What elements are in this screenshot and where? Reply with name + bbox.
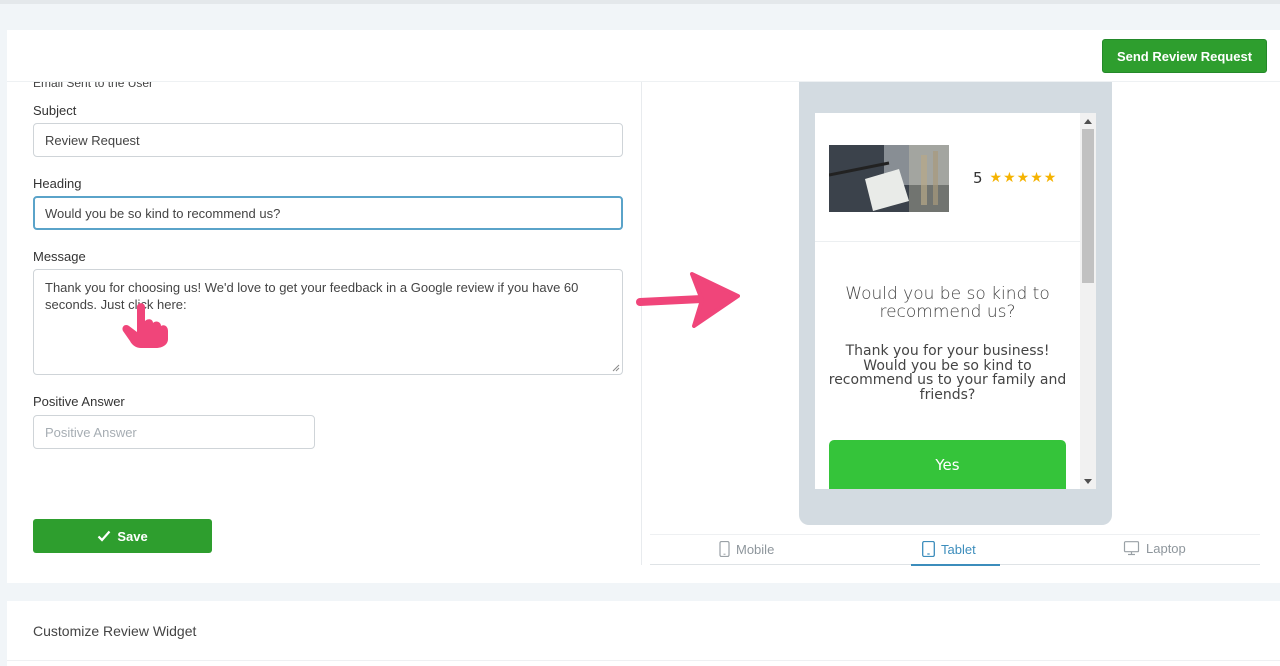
tab-tablet-label: Tablet bbox=[941, 541, 976, 557]
tablet-preview-frame: 5 ★★★★★ Would you be so kind to recommen… bbox=[799, 82, 1112, 525]
tablet-icon bbox=[922, 541, 935, 557]
resize-handle-icon[interactable] bbox=[612, 364, 620, 372]
laptop-icon bbox=[1123, 541, 1140, 556]
scroll-down-icon[interactable] bbox=[1084, 479, 1092, 484]
save-button-label: Save bbox=[117, 528, 148, 544]
pointing-hand-icon bbox=[122, 303, 168, 348]
scroll-thumb[interactable] bbox=[1082, 129, 1094, 283]
section-title: Email Sent to the User bbox=[33, 82, 154, 90]
rating-display: 5 ★★★★★ bbox=[973, 169, 1057, 187]
tab-tablet[interactable]: Tablet bbox=[922, 541, 976, 557]
checkmark-icon bbox=[98, 530, 111, 542]
send-review-request-button[interactable]: Send Review Request bbox=[1102, 39, 1267, 73]
subject-value: Review Request bbox=[45, 132, 140, 148]
photo-image bbox=[829, 145, 949, 212]
tab-mobile-label: Mobile bbox=[736, 541, 775, 557]
active-tab-indicator bbox=[911, 564, 1000, 566]
preview-heading: Would you be so kind to recommend us? bbox=[845, 284, 1050, 322]
preview-scrollbar[interactable] bbox=[1080, 113, 1096, 489]
tab-laptop[interactable]: Laptop bbox=[1123, 541, 1186, 556]
bottom-divider bbox=[7, 660, 1280, 661]
pink-arrow-icon bbox=[636, 272, 740, 328]
business-photo bbox=[829, 145, 949, 212]
top-border bbox=[0, 0, 1280, 4]
heading-value: Would you be so kind to recommend us? bbox=[45, 205, 281, 221]
save-button[interactable]: Save bbox=[33, 519, 212, 553]
heading-input[interactable]: Would you be so kind to recommend us? bbox=[33, 196, 623, 230]
subject-label: Subject bbox=[33, 103, 77, 118]
preview-screen: 5 ★★★★★ Would you be so kind to recommen… bbox=[815, 113, 1096, 489]
preview-separator bbox=[815, 241, 1080, 242]
customize-widget-panel: Customize Review Widget bbox=[7, 601, 1280, 666]
message-label: Message bbox=[33, 249, 86, 264]
positive-answer-placeholder: Positive Answer bbox=[45, 424, 137, 440]
panel-header: Send Review Request bbox=[7, 30, 1280, 82]
rating-value: 5 bbox=[973, 169, 983, 187]
star-rating-icon: ★★★★★ bbox=[989, 170, 1058, 186]
positive-answer-label: Positive Answer bbox=[33, 394, 125, 409]
phone-icon bbox=[719, 541, 730, 557]
preview-message: Thank you for your business! Would you b… bbox=[828, 343, 1067, 403]
tab-laptop-label: Laptop bbox=[1146, 541, 1186, 556]
customize-widget-title[interactable]: Customize Review Widget bbox=[33, 623, 196, 639]
tab-mobile[interactable]: Mobile bbox=[719, 541, 774, 557]
subject-input[interactable]: Review Request bbox=[33, 123, 623, 157]
heading-label: Heading bbox=[33, 176, 82, 191]
positive-answer-input[interactable]: Positive Answer bbox=[33, 415, 315, 449]
scroll-up-icon[interactable] bbox=[1084, 119, 1092, 124]
device-tabs: Mobile Tablet Laptop bbox=[650, 534, 1260, 566]
email-form: Email Sent to the User Subject Review Re… bbox=[7, 82, 641, 583]
yes-button[interactable]: Yes bbox=[829, 440, 1066, 489]
